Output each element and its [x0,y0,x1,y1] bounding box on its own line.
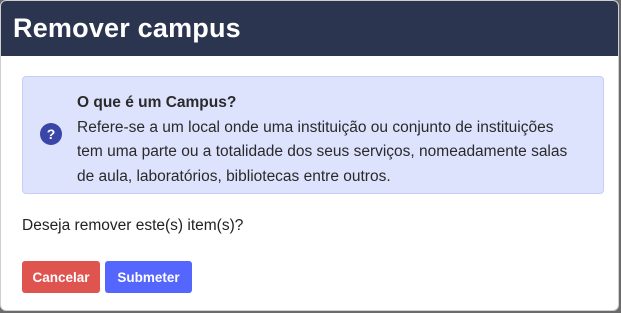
dialog-header: Remover campus [1,1,618,56]
confirm-question: Deseja remover este(s) item(s)? [22,217,244,234]
question-icon: ? [40,123,62,145]
info-callout: ? O que é um Campus? Refere-se a um loca… [22,76,604,194]
dialog-title: Remover campus [13,13,241,43]
remove-campus-dialog: Remover campus ? O que é um Campus? Refe… [0,0,619,311]
info-line-3: de aula, laboratórios, bibliotecas entre… [77,167,391,185]
cancel-button[interactable]: Cancelar [22,261,100,293]
submit-button[interactable]: Submeter [105,261,192,293]
info-line-1: Refere-se a um local onde uma instituiçã… [77,118,554,136]
info-line-2: tem uma parte ou a totalidade dos seus s… [77,143,568,160]
info-text: O que é um Campus? Refere-se a um local … [77,91,589,189]
info-heading: O que é um Campus? [77,94,237,111]
